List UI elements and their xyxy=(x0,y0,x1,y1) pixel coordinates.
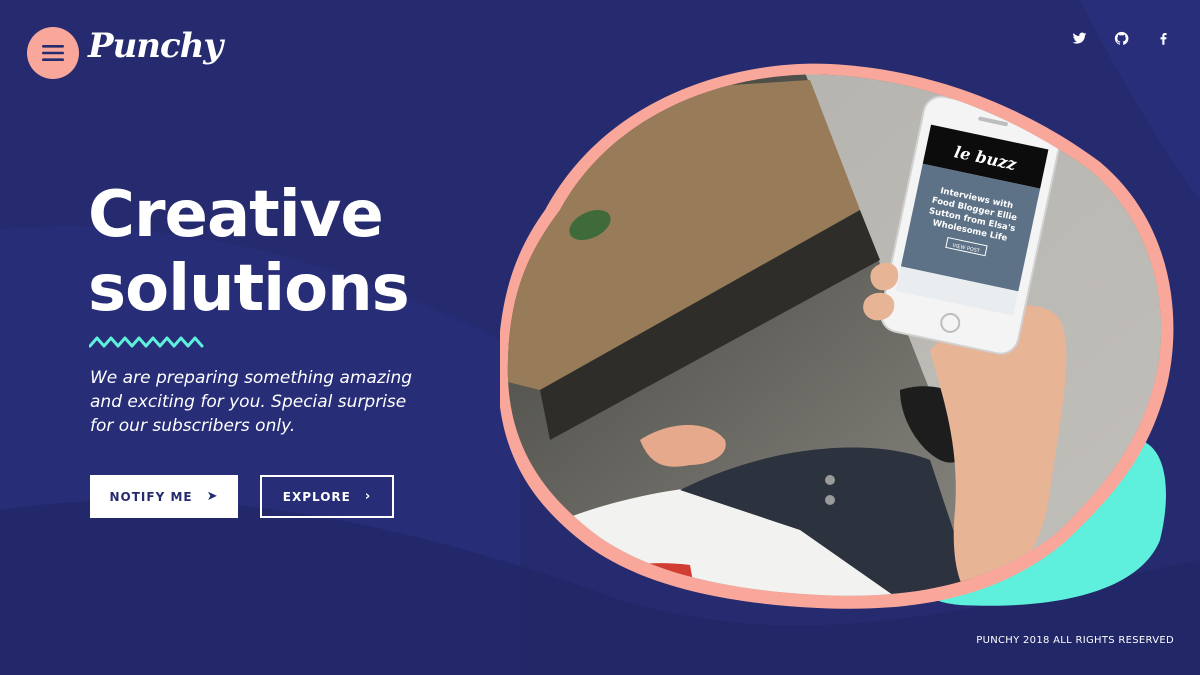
notify-me-button[interactable]: NOTIFY ME ➤ xyxy=(90,475,238,518)
hero-subtitle-line: We are preparing something amazing xyxy=(90,368,413,388)
footer-copyright: PUNCHY 2018 ALL RIGHTS RESERVED xyxy=(976,635,1174,646)
hero-title-line: solutions xyxy=(88,252,410,326)
github-link[interactable] xyxy=(1112,29,1130,47)
hero-image-blob: le buzz Interviews with Food Blogger Ell… xyxy=(500,63,1174,609)
hero-subtitle: We are preparing something amazing and e… xyxy=(90,366,430,438)
explore-button[interactable]: EXPLORE › xyxy=(260,475,394,518)
zigzag-divider xyxy=(89,336,204,348)
chevron-right-icon: › xyxy=(364,489,372,504)
explore-label: EXPLORE xyxy=(282,489,351,504)
brand-logo[interactable]: Punchy xyxy=(88,26,223,66)
facebook-link[interactable] xyxy=(1154,29,1172,47)
hero-title: Creative solutions xyxy=(88,178,410,326)
notify-me-label: NOTIFY ME xyxy=(109,489,193,504)
hero-subtitle-line: for our subscribers only. xyxy=(90,416,296,436)
twitter-icon xyxy=(1072,32,1086,44)
github-icon xyxy=(1114,31,1128,45)
arrow-right-icon: ➤ xyxy=(206,489,219,504)
hero-subtitle-line: and exciting for you. Special surprise xyxy=(90,392,407,412)
twitter-link[interactable] xyxy=(1070,29,1088,47)
hero-title-line: Creative xyxy=(88,178,384,252)
menu-button[interactable] xyxy=(27,27,79,79)
hamburger-icon xyxy=(42,45,64,61)
facebook-icon xyxy=(1160,32,1167,45)
social-links xyxy=(1070,29,1172,47)
